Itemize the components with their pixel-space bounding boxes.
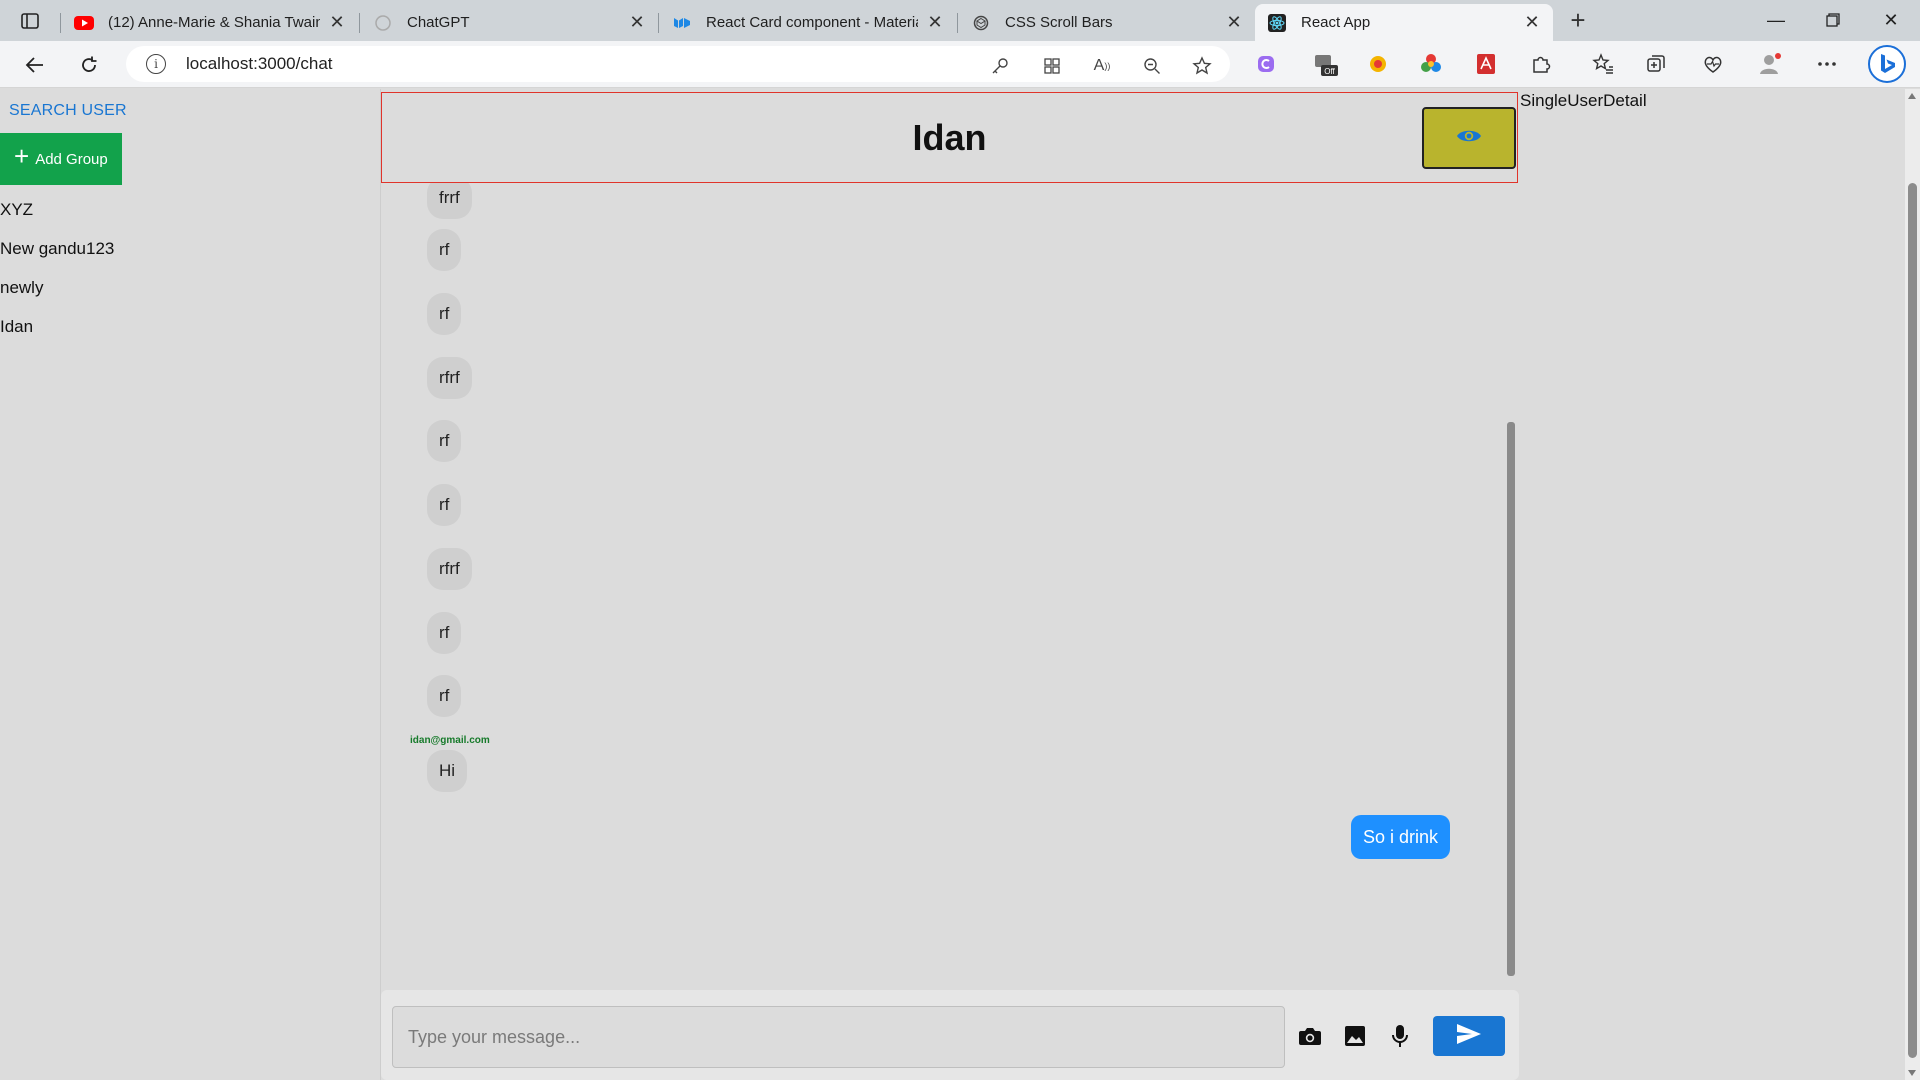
incoming-message: rf — [427, 229, 462, 271]
chat-header: Idan — [381, 92, 1518, 183]
chat-sidebar: SEARCH USER + Add Group XYZ New gandu123… — [0, 89, 380, 1080]
bing-copilot-icon[interactable] — [1867, 44, 1907, 84]
profile-avatar-icon[interactable] — [1756, 50, 1784, 78]
tab-close-icon[interactable]: ✕ — [628, 12, 646, 33]
microphone-icon[interactable] — [1386, 1022, 1414, 1050]
tab-close-icon[interactable]: ✕ — [926, 12, 944, 33]
youtube-icon — [74, 15, 94, 31]
add-group-button[interactable]: + Add Group — [0, 133, 122, 185]
tab-separator — [957, 13, 958, 33]
tab-label: ChatGPT — [407, 14, 470, 31]
site-info-icon[interactable]: i — [146, 54, 166, 74]
message-scrollbar-thumb[interactable] — [1507, 422, 1515, 976]
back-icon[interactable] — [20, 50, 50, 80]
tab-chatgpt[interactable]: ChatGPT ✕ — [361, 4, 658, 41]
tab-react-app[interactable]: React App ✕ — [1255, 4, 1553, 41]
incoming-message: rfrf — [427, 548, 472, 590]
incoming-message: frrf — [427, 183, 472, 219]
outgoing-message: So i drink — [1350, 815, 1450, 859]
message-list: frrf rf rf rfrf rf rf rfrf rf rf idan@gm… — [381, 183, 1506, 1063]
minimize-icon[interactable]: — — [1761, 6, 1791, 34]
incoming-message: rf — [427, 420, 462, 462]
chat-title: Idan — [912, 116, 987, 158]
zoom-out-icon[interactable] — [1140, 54, 1164, 78]
plus-icon: + — [14, 141, 30, 171]
tab-mui[interactable]: React Card component - Materia ✕ — [660, 4, 956, 41]
chat-list-item[interactable]: XYZ — [0, 199, 114, 238]
favorites-icon[interactable] — [1589, 50, 1617, 78]
message-composer — [381, 990, 1519, 1080]
tab-css-scroll-bars[interactable]: CSS Scroll Bars ✕ — [959, 4, 1255, 41]
incoming-message: rf — [427, 484, 462, 526]
browser-tab-strip: (12) Anne-Marie & Shania Twain ✕ ChatGPT… — [0, 0, 1920, 41]
sender-email: idan@gmail.com — [410, 735, 490, 746]
incoming-message: rf — [427, 675, 462, 717]
tab-separator — [359, 13, 360, 33]
apps-icon[interactable] — [1040, 54, 1064, 78]
close-window-icon[interactable]: ✕ — [1876, 6, 1906, 34]
url-text: localhost:3000/chat — [186, 54, 333, 73]
scroll-up-icon[interactable] — [1908, 93, 1916, 99]
tab-label: React App — [1301, 14, 1371, 31]
chat-app: SEARCH USER + Add Group XYZ New gandu123… — [0, 89, 1905, 1080]
eye-icon — [1456, 127, 1482, 150]
single-user-detail-title: SingleUserDetail — [1520, 91, 1647, 110]
collections-icon[interactable] — [1642, 50, 1670, 78]
new-tab-button[interactable]: + — [1563, 6, 1593, 34]
chat-window: Idan frrf rf rf rfrf rf rf rfrf rf rf id… — [381, 89, 1519, 1080]
tab-close-icon[interactable]: ✕ — [328, 12, 346, 33]
read-aloud-icon[interactable]: A)) — [1090, 54, 1114, 78]
react-icon — [1267, 13, 1287, 32]
camera-icon[interactable] — [1296, 1022, 1324, 1050]
extension-off-badge: Off — [1324, 67, 1335, 76]
copilot-extension-icon[interactable] — [1252, 50, 1280, 78]
extensions-puzzle-icon[interactable] — [1527, 50, 1555, 78]
chat-list-item[interactable]: newly — [0, 277, 114, 316]
more-options-icon[interactable] — [1813, 50, 1841, 78]
chat-list-item[interactable]: New gandu123 — [0, 238, 114, 277]
tab-close-icon[interactable]: ✕ — [1523, 12, 1541, 33]
chat-list: XYZ New gandu123 newly Idan — [0, 199, 114, 355]
colorpicker-extension-icon[interactable] — [1417, 50, 1445, 78]
tab-youtube[interactable]: (12) Anne-Marie & Shania Twain ✕ — [62, 4, 358, 41]
incoming-message: rf — [427, 293, 462, 335]
address-bar[interactable]: i localhost:3000/chat A)) — [126, 46, 1230, 82]
page-scrollbar[interactable] — [1905, 89, 1920, 1080]
codepen-icon — [971, 15, 991, 31]
extension-off-icon[interactable]: Off — [1311, 50, 1339, 78]
browser-toolbar: i localhost:3000/chat A)) Off — [0, 41, 1920, 88]
restore-icon[interactable] — [1818, 6, 1848, 34]
add-group-label: Add Group — [35, 150, 108, 168]
refresh-icon[interactable] — [74, 50, 104, 80]
chat-list-item[interactable]: Idan — [0, 316, 114, 355]
view-profile-button[interactable] — [1422, 107, 1516, 169]
tab-separator — [658, 13, 659, 33]
page-scrollbar-thumb[interactable] — [1908, 183, 1917, 1058]
incoming-message: rfrf — [427, 357, 472, 399]
tab-close-icon[interactable]: ✕ — [1225, 12, 1243, 33]
key-icon[interactable] — [988, 54, 1012, 78]
tab-separator — [60, 13, 61, 33]
send-icon — [1456, 1023, 1482, 1050]
sidebar-toggle-icon[interactable] — [14, 8, 46, 34]
browser-essentials-icon[interactable] — [1699, 50, 1727, 78]
tab-label: (12) Anne-Marie & Shania Twain — [108, 14, 320, 31]
user-detail-panel: SingleUserDetail — [1519, 89, 1905, 1080]
scroll-down-icon[interactable] — [1908, 1070, 1916, 1076]
color-extension-icon[interactable] — [1364, 50, 1392, 78]
pdf-extension-icon[interactable] — [1472, 50, 1500, 78]
image-icon[interactable] — [1341, 1022, 1369, 1050]
incoming-message: rf — [427, 612, 462, 654]
mui-icon — [672, 15, 692, 31]
favorite-star-icon[interactable] — [1190, 54, 1214, 78]
send-button[interactable] — [1433, 1016, 1505, 1056]
search-user-button[interactable]: SEARCH USER — [9, 102, 127, 120]
tab-label: React Card component - Materia — [706, 14, 918, 31]
tab-label: CSS Scroll Bars — [1005, 14, 1113, 31]
chatgpt-icon — [373, 14, 393, 31]
incoming-message: Hi — [427, 750, 468, 792]
message-input[interactable] — [392, 1006, 1285, 1068]
